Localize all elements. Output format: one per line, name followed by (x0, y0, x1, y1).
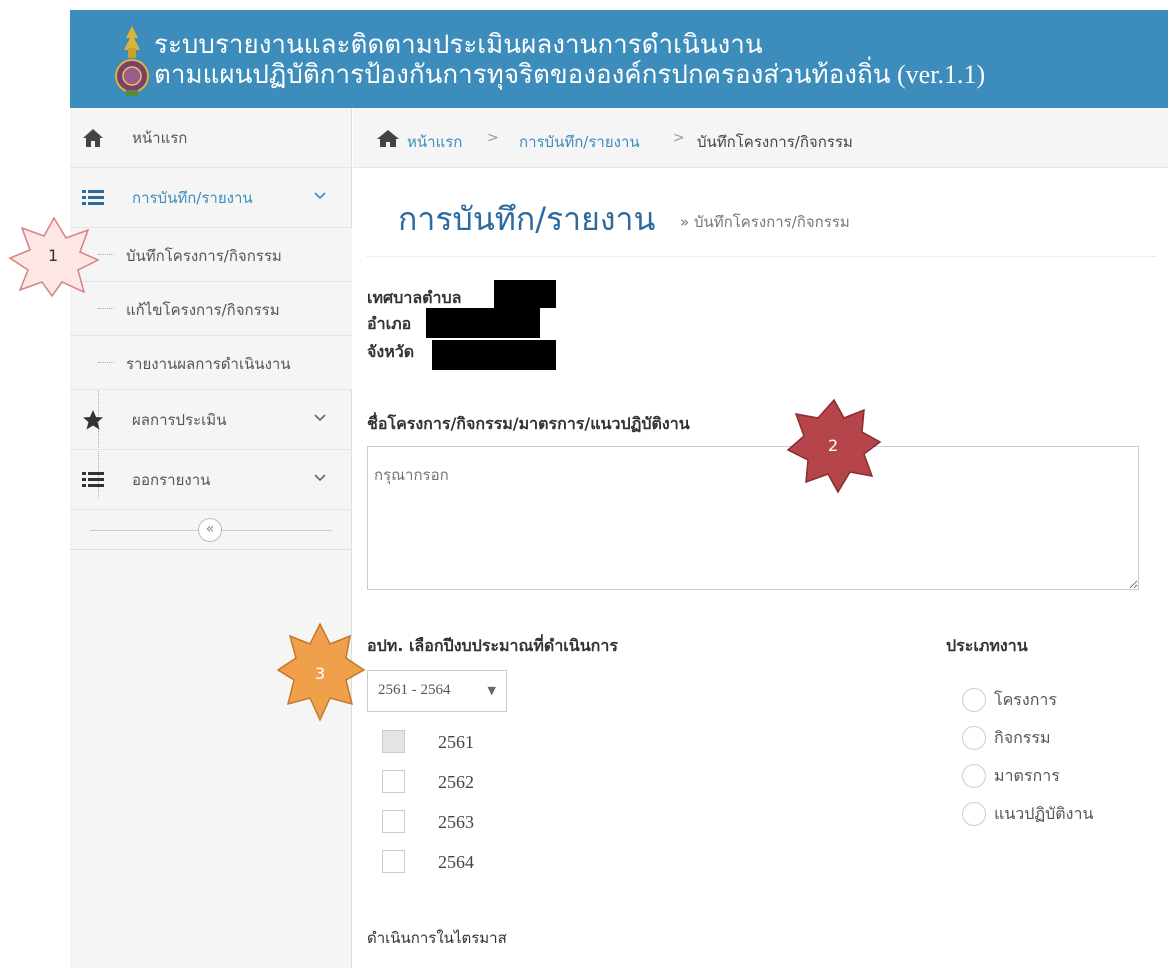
year-checkbox-label: 2564 (438, 852, 474, 872)
work-type-label: ประเภทงาน (946, 636, 1028, 655)
header-title-line2: ตามแผนปฏิบัติการป้องกันการทุจริตขององค์ก… (154, 60, 986, 89)
year-checkbox-2561[interactable] (382, 730, 405, 753)
quarter-label: ดำเนินการในไตรมาส (367, 929, 507, 947)
sidebar-item-label: ผลการประเมิน (132, 410, 227, 429)
year-checkbox-2562[interactable] (382, 770, 405, 793)
page-title: การบันทึก/รายงาน (398, 200, 656, 238)
info-district: อำเภอ (367, 314, 412, 333)
divider (367, 256, 1157, 257)
breadcrumb-record-link[interactable]: การบันทึก/รายงาน (519, 130, 640, 154)
sidebar-subitem-label: บันทึกโครงการ/กิจกรรม (126, 247, 282, 265)
year-checkbox-2563[interactable] (382, 810, 405, 833)
home-icon (377, 130, 399, 147)
breadcrumb-current: บันทึกโครงการ/กิจกรรม (697, 133, 853, 151)
page-subtitle: » บันทึกโครงการ/กิจกรรม (680, 213, 850, 231)
header-title-line1: ระบบรายงานและติดตามประเมินผลงานการดำเนิน… (154, 30, 763, 59)
sidebar-subitem-label: รายงานผลการดำเนินงาน (126, 355, 291, 373)
callout-marker-1: 1 (6, 214, 102, 298)
radio-label: โครงการ (994, 690, 1057, 709)
star-icon (83, 410, 103, 430)
app-header: ระบบรายงานและติดตามประเมินผลงานการดำเนิน… (70, 10, 1168, 108)
sidebar-subitem-label: แก้ไขโครงการ/กิจกรรม (126, 301, 280, 319)
breadcrumb: หน้าแรก > การบันทึก/รายงาน > บันทึกโครงก… (353, 108, 1168, 168)
sidebar-subitem-report[interactable]: รายงานผลการดำเนินงาน (70, 336, 352, 390)
work-type-radio-project[interactable] (962, 688, 986, 712)
chevron-down-icon (314, 474, 326, 482)
work-type-radio-activity[interactable] (962, 726, 986, 750)
redaction-bar (432, 340, 556, 370)
year-checkbox-label: 2563 (438, 812, 474, 832)
redaction-bar (426, 308, 540, 338)
sidebar-collapse-row: « (70, 510, 352, 550)
list-icon (82, 472, 104, 487)
work-type-radio-measure[interactable] (962, 764, 986, 788)
dropdown-arrow-icon: ▼ (487, 684, 496, 697)
sidebar-item-label: หน้าแรก (132, 128, 188, 147)
callout-marker-3: 3 (276, 622, 366, 722)
tree-dash (98, 362, 114, 363)
chevron-down-icon (314, 414, 326, 422)
marker-number: 3 (315, 664, 326, 683)
fiscal-year-label: อปท. เลือกปีงบประมาณที่ดำเนินการ (367, 636, 618, 655)
project-name-label: ชื่อโครงการ/กิจกรรม/มาตรการ/แนวปฏิบัติงา… (367, 414, 690, 433)
marker-number: 2 (828, 436, 839, 455)
sidebar-subitem-edit-project[interactable]: แก้ไขโครงการ/กิจกรรม (70, 282, 352, 336)
emblem-logo (115, 26, 149, 96)
sidebar-collapse-button[interactable]: « (198, 518, 222, 542)
sidebar-item-record[interactable]: การบันทึก/รายงาน (70, 168, 352, 228)
sidebar-item-label: ออกรายงาน (132, 470, 211, 489)
year-checkbox-2564[interactable] (382, 850, 405, 873)
radio-label: มาตรการ (994, 766, 1060, 785)
sidebar-item-print-report[interactable]: ออกรายงาน (70, 450, 352, 510)
tree-dash (98, 308, 114, 309)
redaction-bar (494, 280, 556, 308)
home-icon (83, 129, 103, 147)
callout-marker-2: 2 (786, 398, 882, 494)
breadcrumb-separator: > (487, 130, 499, 146)
radio-label: แนวปฏิบัติงาน (994, 804, 1094, 823)
sidebar-subitem-add-project[interactable]: บันทึกโครงการ/กิจกรรม (70, 228, 352, 282)
chevron-down-icon (314, 192, 326, 200)
breadcrumb-home-link[interactable]: หน้าแรก (407, 130, 462, 154)
sidebar-item-evaluation[interactable]: ผลการประเมิน (70, 390, 352, 450)
select-value: 2561 - 2564 (378, 682, 451, 698)
info-province: จังหวัด (367, 342, 415, 361)
sidebar-item-label: การบันทึก/รายงาน (132, 188, 253, 207)
marker-number: 1 (48, 246, 59, 265)
radio-label: กิจกรรม (994, 728, 1051, 747)
list-icon (82, 190, 104, 205)
breadcrumb-separator: > (673, 130, 685, 146)
year-checkbox-label: 2562 (438, 772, 474, 792)
sidebar: หน้าแรก การบันทึก/รายงาน บันทึกโครงการ/ก… (70, 108, 352, 968)
sidebar-item-home[interactable]: หน้าแรก (70, 108, 352, 168)
year-checkbox-label: 2561 (438, 732, 474, 752)
project-name-textarea[interactable] (367, 446, 1139, 590)
fiscal-year-select[interactable]: 2561 - 2564 ▼ (367, 670, 507, 712)
work-type-radio-guideline[interactable] (962, 802, 986, 826)
